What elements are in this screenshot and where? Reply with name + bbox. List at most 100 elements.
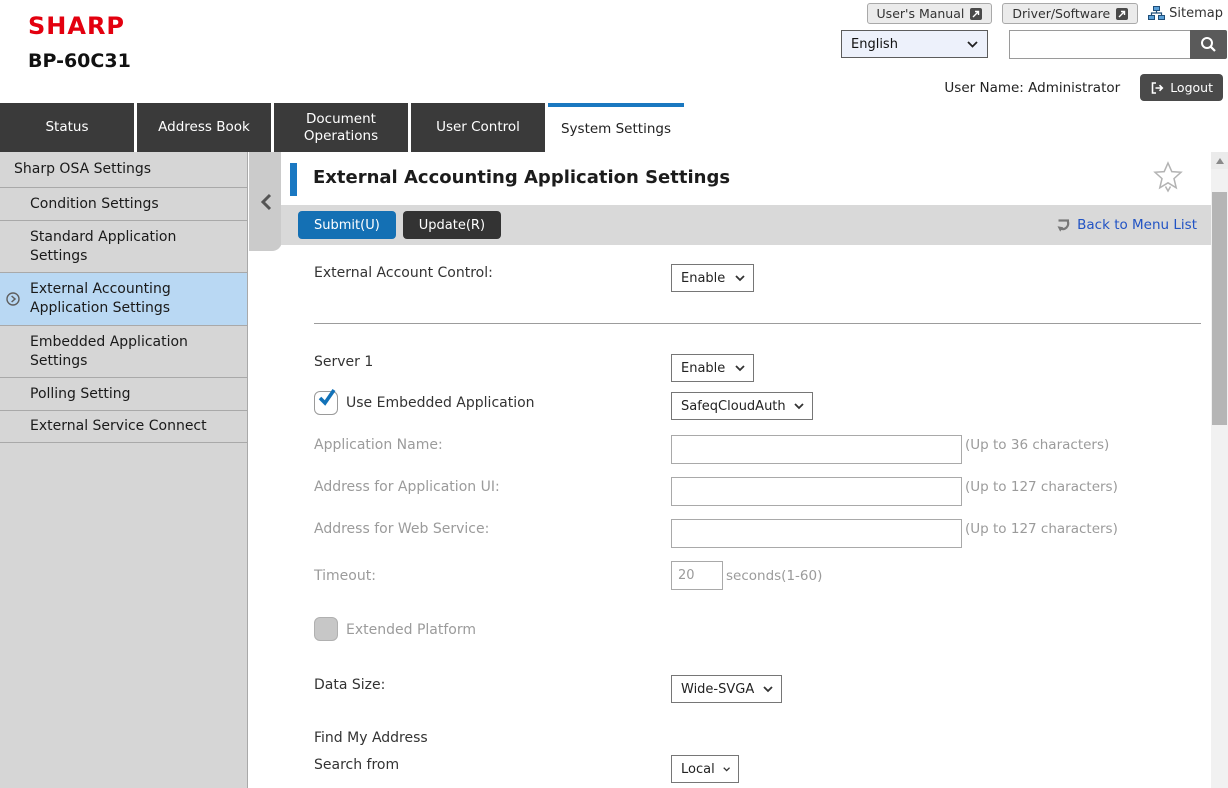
sidebar-item-embedded-application-settings[interactable]: Embedded Application Settings bbox=[0, 326, 247, 378]
use-embedded-application-checkbox[interactable] bbox=[314, 391, 338, 415]
external-link-icon bbox=[1116, 8, 1128, 20]
users-manual-label: User's Manual bbox=[877, 6, 965, 21]
sidebar-item-condition-settings[interactable]: Condition Settings bbox=[0, 188, 247, 221]
chevron-down-icon bbox=[735, 275, 745, 282]
sidebar-item-polling-setting[interactable]: Polling Setting bbox=[0, 378, 247, 411]
address-web-service-input[interactable] bbox=[671, 519, 962, 548]
header-links: User's Manual Driver/Software Sitema bbox=[867, 3, 1223, 24]
embedded-application-select[interactable]: SafeqCloudAuth bbox=[671, 392, 813, 420]
update-button[interactable]: Update(R) bbox=[403, 211, 501, 239]
sidebar-item-external-service-connect[interactable]: External Service Connect bbox=[0, 411, 247, 443]
search-from-select[interactable]: Local bbox=[671, 755, 739, 783]
check-icon bbox=[317, 388, 337, 406]
external-account-control-select[interactable]: Enable bbox=[671, 264, 754, 292]
title-accent-bar bbox=[290, 163, 297, 196]
tab-user-control[interactable]: User Control bbox=[411, 103, 545, 152]
page-title: External Accounting Application Settings bbox=[313, 167, 730, 188]
header: SHARP BP-60C31 User's Manual Driver/Soft… bbox=[0, 0, 1228, 103]
find-my-address-label: Find My Address bbox=[314, 730, 428, 746]
action-toolbar: Submit(U) Update(R) Back to Menu List bbox=[281, 205, 1211, 245]
chevron-left-icon bbox=[259, 192, 273, 212]
application-name-note: (Up to 36 characters) bbox=[965, 437, 1109, 453]
main-tabs: Status Address Book Document Operations … bbox=[0, 103, 1228, 152]
application-name-input[interactable] bbox=[671, 435, 962, 464]
title-row: External Accounting Application Settings bbox=[281, 152, 1211, 205]
sharp-logo: SHARP bbox=[28, 12, 125, 40]
sitemap-icon bbox=[1148, 6, 1165, 21]
favorite-star-icon[interactable] bbox=[1153, 161, 1183, 197]
timeout-input[interactable] bbox=[671, 561, 723, 590]
tab-system-settings[interactable]: System Settings bbox=[548, 103, 684, 152]
data-size-label: Data Size: bbox=[314, 677, 385, 693]
chevron-down-icon bbox=[735, 365, 745, 372]
logout-button[interactable]: Logout bbox=[1140, 74, 1223, 101]
driver-software-button[interactable]: Driver/Software bbox=[1002, 3, 1138, 24]
timeout-label: Timeout: bbox=[314, 568, 376, 584]
return-arrow-icon bbox=[1054, 217, 1072, 234]
search-icon bbox=[1200, 36, 1217, 53]
chevron-down-icon bbox=[967, 41, 978, 48]
application-name-label: Application Name: bbox=[314, 437, 443, 453]
content-area: Sharp OSA Settings Condition Settings St… bbox=[0, 152, 1228, 788]
logout-icon bbox=[1150, 81, 1164, 95]
scroll-up-button[interactable] bbox=[1211, 152, 1228, 169]
select-value: Enable bbox=[681, 361, 725, 376]
tab-status[interactable]: Status bbox=[0, 103, 134, 152]
sidebar-item-standard-application-settings[interactable]: Standard Application Settings bbox=[0, 221, 247, 273]
scrollbar-thumb[interactable] bbox=[1212, 192, 1227, 425]
chevron-down-icon bbox=[763, 686, 773, 693]
current-item-arrow-icon bbox=[6, 292, 20, 306]
sidebar: Sharp OSA Settings Condition Settings St… bbox=[0, 152, 248, 788]
select-value: Local bbox=[681, 762, 715, 777]
select-value: Enable bbox=[681, 271, 725, 286]
address-web-service-label: Address for Web Service: bbox=[314, 521, 489, 537]
server1-select[interactable]: Enable bbox=[671, 354, 754, 382]
search-input[interactable] bbox=[1009, 30, 1190, 59]
sitemap-label: Sitemap bbox=[1169, 6, 1223, 21]
search-from-label: Search from bbox=[314, 757, 399, 773]
address-application-ui-label: Address for Application UI: bbox=[314, 479, 500, 495]
sidebar-item-label: Condition Settings bbox=[30, 195, 159, 214]
chevron-down-icon bbox=[723, 766, 730, 773]
chevron-down-icon bbox=[794, 403, 804, 410]
header-controls: English bbox=[841, 30, 1227, 59]
users-manual-button[interactable]: User's Manual bbox=[867, 3, 993, 24]
vertical-scrollbar[interactable] bbox=[1211, 152, 1228, 788]
back-to-menu-label: Back to Menu List bbox=[1077, 217, 1197, 233]
search-button[interactable] bbox=[1190, 30, 1227, 59]
select-value: SafeqCloudAuth bbox=[681, 399, 786, 414]
use-embedded-application-label: Use Embedded Application bbox=[346, 395, 535, 411]
address-application-ui-input[interactable] bbox=[671, 477, 962, 506]
sidebar-item-label: External Accounting Application Settings bbox=[30, 280, 247, 318]
language-select[interactable]: English bbox=[841, 30, 988, 58]
external-link-icon bbox=[970, 8, 982, 20]
sidebar-item-label: External Service Connect bbox=[30, 417, 207, 436]
timeout-note: seconds(1-60) bbox=[726, 568, 822, 584]
external-account-control-label: External Account Control: bbox=[314, 265, 493, 281]
address-application-ui-note: (Up to 127 characters) bbox=[965, 479, 1118, 495]
sidebar-item-label: Standard Application Settings bbox=[30, 228, 247, 266]
extended-platform-checkbox[interactable] bbox=[314, 617, 338, 641]
select-value: Wide-SVGA bbox=[681, 682, 754, 697]
sitemap-link[interactable]: Sitemap bbox=[1148, 6, 1223, 21]
device-model: BP-60C31 bbox=[28, 50, 131, 72]
driver-software-label: Driver/Software bbox=[1012, 6, 1110, 21]
sidebar-item-label: Polling Setting bbox=[30, 385, 131, 404]
logout-label: Logout bbox=[1170, 80, 1213, 95]
tab-address-book[interactable]: Address Book bbox=[137, 103, 271, 152]
back-to-menu-link[interactable]: Back to Menu List bbox=[1054, 217, 1197, 234]
page: SHARP BP-60C31 User's Manual Driver/Soft… bbox=[0, 0, 1228, 788]
server1-label: Server 1 bbox=[314, 354, 373, 370]
main-panel: External Accounting Application Settings… bbox=[281, 152, 1211, 788]
user-row: User Name: Administrator Logout bbox=[944, 74, 1223, 101]
user-name-label: User Name: Administrator bbox=[944, 80, 1120, 96]
sidebar-item-external-accounting-application-settings[interactable]: External Accounting Application Settings bbox=[0, 273, 247, 326]
extended-platform-label: Extended Platform bbox=[346, 622, 476, 638]
sidebar-item-sharp-osa-settings[interactable]: Sharp OSA Settings bbox=[0, 152, 247, 188]
data-size-select[interactable]: Wide-SVGA bbox=[671, 675, 782, 703]
sidebar-item-label: Sharp OSA Settings bbox=[14, 160, 151, 179]
tab-document-operations[interactable]: Document Operations bbox=[274, 103, 408, 152]
submit-button[interactable]: Submit(U) bbox=[298, 211, 396, 239]
language-value: English bbox=[851, 37, 898, 52]
sidebar-collapse-button[interactable] bbox=[249, 152, 282, 251]
